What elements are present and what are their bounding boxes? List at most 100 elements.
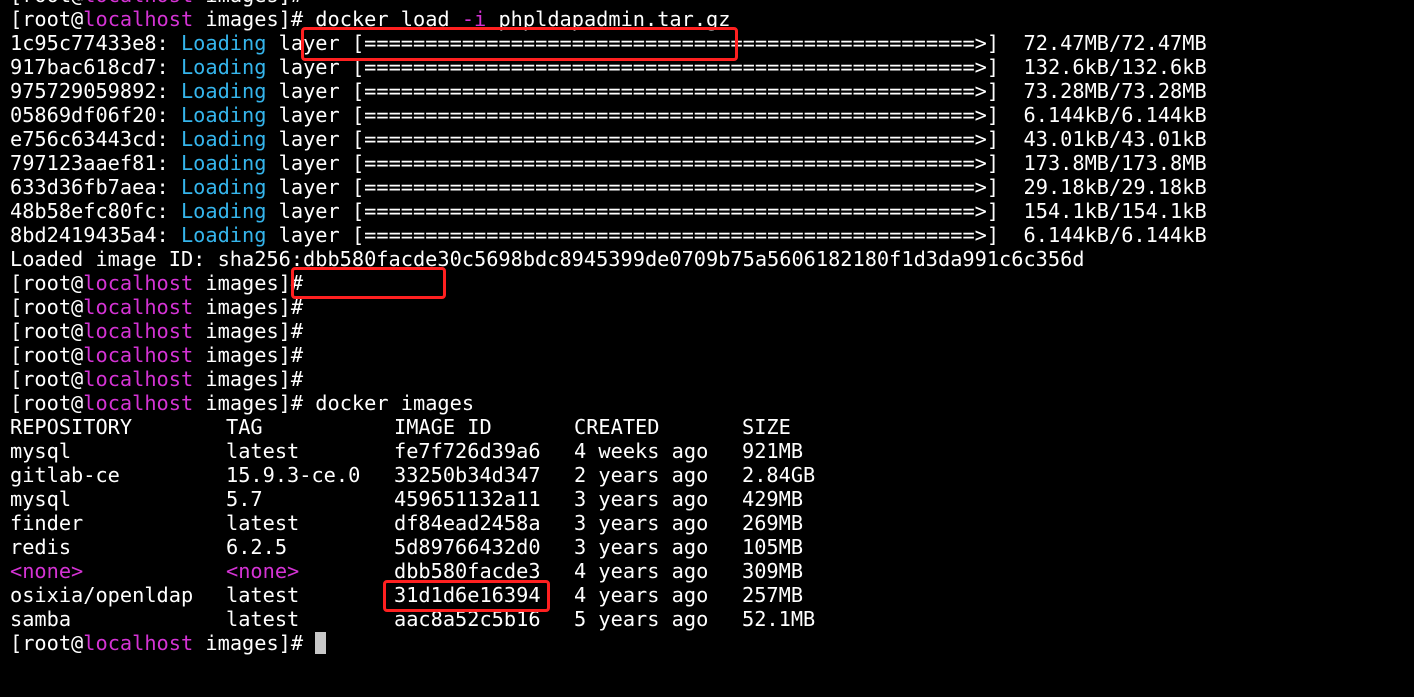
prompt-bracket: [ <box>10 367 23 391</box>
layer-line: 8bd2419435a4: Loading layer [===========… <box>10 223 1410 247</box>
table-cell: 15.9.3-ce.0 <box>226 463 361 487</box>
table-cell: 459651132a11 <box>394 487 541 511</box>
table-cell: 5 years ago <box>574 607 709 631</box>
prompt-dir: images]# <box>193 7 304 31</box>
prompt-line-empty: [root@localhost images]# <box>10 367 1410 391</box>
table-cell: latest <box>226 511 300 535</box>
table-cell: finder <box>10 511 84 535</box>
table-row: mysql 5.7 459651132a11 3 years ago 429MB <box>10 487 1410 511</box>
table-row: mysql latest fe7f726d39a6 4 weeks ago 921MB <box>10 439 1410 463</box>
prompt-user: root@ <box>22 367 84 391</box>
table-cell: 3 years ago <box>574 487 709 511</box>
table-cell: 3 years ago <box>574 535 709 559</box>
layer-id: e756c63443cd: <box>10 127 169 151</box>
layer-size: 6.144kB/6.144kB <box>1023 223 1207 247</box>
table-cell: latest <box>226 583 300 607</box>
layer-word: layer <box>278 31 340 55</box>
prompt-dir: images]# <box>193 0 303 7</box>
table-cell: 269MB <box>742 511 804 535</box>
layer-size: 73.28MB/73.28MB <box>1023 79 1207 103</box>
prompt-bracket: [ <box>10 343 23 367</box>
table-cell: dbb580facde3 <box>394 559 541 583</box>
progress-bar: [=======================================… <box>351 127 1000 151</box>
prompt-host: localhost <box>83 391 194 415</box>
prompt-host: localhost <box>83 295 194 319</box>
table-cell: samba <box>10 607 72 631</box>
prompt-user: root@ <box>22 295 84 319</box>
layer-size: 43.01kB/43.01kB <box>1023 127 1207 151</box>
table-cell: df84ead2458a <box>394 511 541 535</box>
prompt-host: localhost <box>83 367 194 391</box>
command-text: docker images <box>303 391 475 415</box>
prompt-bracket: [ <box>10 391 23 415</box>
table-cell: 33250b34d347 <box>394 463 541 487</box>
column-header: CREATED <box>574 415 660 439</box>
layer-size: 132.6kB/132.6kB <box>1023 55 1207 79</box>
progress-bar: [=======================================… <box>351 31 1000 55</box>
table-cell: 105MB <box>742 535 804 559</box>
layer-word: layer <box>278 223 340 247</box>
layer-status: Loading <box>180 175 267 199</box>
table-cell: 429MB <box>742 487 804 511</box>
prompt-line-cropped: [root@localhost images]# <box>10 0 1410 7</box>
prompt-user: root@ <box>22 343 84 367</box>
table-cell: 4 weeks ago <box>574 439 709 463</box>
layer-id: 48b58efc80fc: <box>10 199 169 223</box>
layer-size: 29.18kB/29.18kB <box>1023 175 1207 199</box>
layer-status: Loading <box>180 127 267 151</box>
table-row: gitlab-ce 15.9.3-ce.0 33250b34d347 2 years … <box>10 463 1410 487</box>
layer-word: layer <box>278 55 340 79</box>
column-header: REPOSITORY <box>10 415 133 439</box>
prompt-user: root@ <box>22 7 84 31</box>
layer-size: 72.47MB/72.47MB <box>1023 31 1207 55</box>
layer-line: 1c95c77433e8: Loading layer [===========… <box>10 31 1410 55</box>
layer-line: 917bac618cd7: Loading layer [===========… <box>10 55 1410 79</box>
prompt-line-empty: [root@localhost images]# <box>10 343 1410 367</box>
table-header: REPOSITORY TAG IMAGE ID CREATED SIZE <box>10 415 1410 439</box>
prompt-line-empty: [root@localhost images]# <box>10 271 1410 295</box>
progress-bar: [=======================================… <box>351 199 1000 223</box>
prompt-bracket: [ <box>10 271 23 295</box>
prompt-dir: images]# <box>193 631 304 655</box>
layer-word: layer <box>278 151 340 175</box>
prompt-dir: images]# <box>193 343 304 367</box>
layer-id: 1c95c77433e8: <box>10 31 169 55</box>
table-cell: 4 years ago <box>574 583 709 607</box>
prompt-bracket: [ <box>10 319 23 343</box>
column-header: IMAGE ID <box>394 415 492 439</box>
layer-id: 797123aaef81: <box>10 151 169 175</box>
table-cell: 31d1d6e16394 <box>394 583 541 607</box>
prompt-bracket: [ <box>10 7 23 31</box>
table-cell: mysql <box>10 439 72 463</box>
prompt-dir: images]# <box>193 391 304 415</box>
layer-status: Loading <box>180 55 267 79</box>
prompt-host: localhost <box>83 343 194 367</box>
prompt-dir: images]# <box>193 367 304 391</box>
table-cell: 5.7 <box>226 487 263 511</box>
prompt-user: root@ <box>22 0 83 7</box>
terminal-window[interactable]: [root@localhost images]#[root@localhost … <box>10 0 1410 655</box>
layer-line: 05869df06f20: Loading layer [===========… <box>10 103 1410 127</box>
prompt-host: localhost <box>83 319 194 343</box>
prompt-bracket: [ <box>10 631 23 655</box>
progress-bar: [=======================================… <box>351 55 1000 79</box>
layer-size: 6.144kB/6.144kB <box>1023 103 1207 127</box>
layer-word: layer <box>278 199 340 223</box>
table-row: finder latest df84ead2458a 3 years ago 269MB <box>10 511 1410 535</box>
layer-word: layer <box>278 175 340 199</box>
layer-size: 154.1kB/154.1kB <box>1023 199 1207 223</box>
